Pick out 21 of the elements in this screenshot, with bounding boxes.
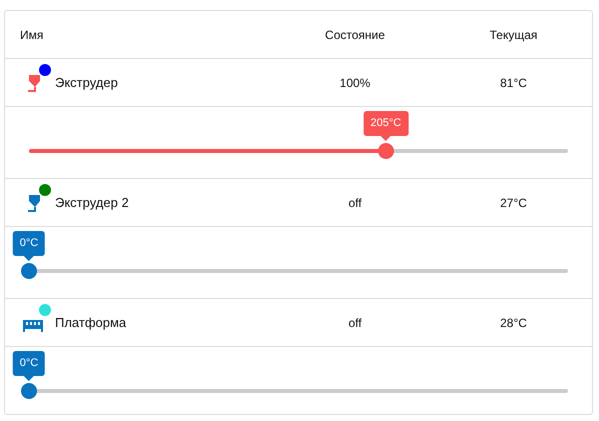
device-name: Экструдер	[55, 75, 118, 90]
column-header: Состояние	[325, 28, 385, 42]
state-cell: 100%	[340, 76, 370, 90]
current-temperature: 28°C	[500, 316, 527, 330]
extruder-icon	[26, 74, 40, 92]
column-header: Текущая	[490, 28, 538, 42]
current-temperature: 81°C	[500, 76, 527, 90]
device-name: Платформа	[55, 315, 126, 330]
slider-thumb[interactable]	[21, 263, 37, 279]
device-name: Экструдер 2	[55, 195, 129, 210]
target-temperature-tooltip: 0°C	[12, 351, 46, 381]
target-temperature-tooltip: 0°C	[12, 231, 46, 261]
heated-bed-icon	[23, 320, 43, 332]
extruder-icon	[26, 194, 40, 212]
current-temperature: 27°C	[500, 196, 527, 210]
column-header: Имя	[20, 28, 44, 42]
slider-thumb[interactable]	[21, 383, 37, 399]
state-cell: off	[348, 316, 362, 330]
state-cell: off	[348, 196, 362, 210]
target-temperature-tooltip: 205°C	[363, 111, 408, 141]
slider-thumb[interactable]	[378, 143, 394, 159]
